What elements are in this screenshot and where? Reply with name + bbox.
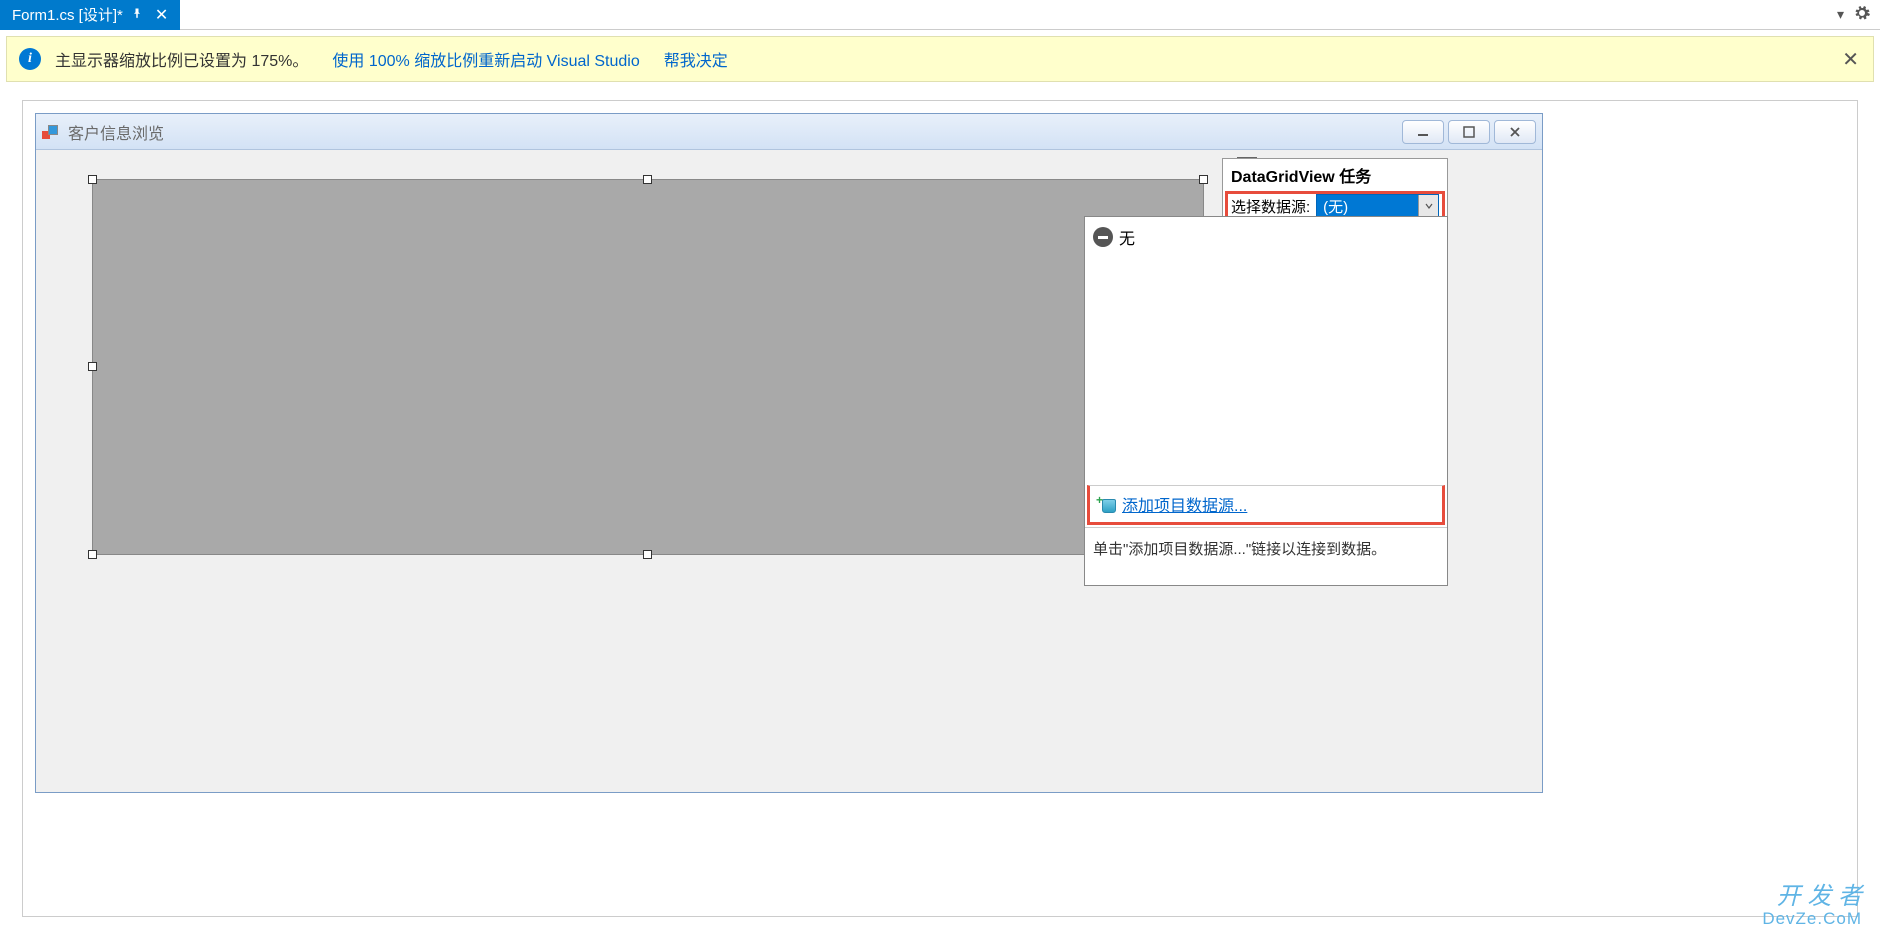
datasource-select[interactable]: (无)	[1316, 194, 1439, 218]
watermark-line1: 开 发 者	[1762, 884, 1862, 910]
maximize-button[interactable]	[1448, 120, 1490, 144]
close-icon[interactable]: ✕	[151, 5, 172, 25]
form-window-controls	[1402, 120, 1536, 144]
datasource-tree[interactable]: 无	[1085, 217, 1447, 483]
datasource-none-item[interactable]: 无	[1093, 223, 1439, 251]
document-tab-active[interactable]: Form1.cs [设计]* ✕	[0, 0, 180, 30]
add-database-icon: +	[1098, 495, 1116, 513]
info-icon: i	[19, 48, 41, 70]
watermark: 开 发 者 DevZe.CoM	[1762, 884, 1862, 929]
resize-handle-nw[interactable]	[88, 175, 97, 184]
pin-icon[interactable]	[131, 7, 143, 22]
none-label: 无	[1119, 225, 1135, 249]
designer-canvas[interactable]: 客户信息浏览	[35, 113, 1845, 904]
datasource-dropdown-popup: 无 + 添加项目数据源... 单击"添加项目数据源..."链接以连接到数据。	[1084, 216, 1448, 586]
watermark-line2: DevZe.CoM	[1762, 910, 1862, 929]
form-titlebar: 客户信息浏览	[36, 114, 1542, 150]
dropdown-icon[interactable]: ▾	[1835, 4, 1846, 25]
datasource-value: (无)	[1323, 196, 1348, 217]
form-app-icon	[42, 123, 60, 141]
help-decide-link[interactable]: 帮我决定	[664, 47, 728, 71]
document-tab-bar: Form1.cs [设计]* ✕ ▾	[0, 0, 1880, 30]
datasource-hint-text: 单击"添加项目数据源..."链接以连接到数据。	[1085, 527, 1447, 587]
settings-gear-icon[interactable]	[1852, 3, 1872, 26]
restart-100-percent-link[interactable]: 使用 100% 缩放比例重新启动 Visual Studio	[332, 47, 639, 71]
datagridview-control[interactable]	[92, 179, 1204, 555]
notification-bar: i 主显示器缩放比例已设置为 175%。 使用 100% 缩放比例重新启动 Vi…	[6, 36, 1874, 82]
chevron-down-icon[interactable]	[1418, 195, 1438, 217]
tab-title: Form1.cs [设计]*	[12, 4, 123, 25]
datasource-label: 选择数据源:	[1231, 196, 1310, 217]
resize-handle-n[interactable]	[643, 175, 652, 184]
notification-close-icon[interactable]: ✕	[1842, 47, 1859, 72]
add-datasource-link[interactable]: 添加项目数据源...	[1122, 492, 1247, 516]
datagridview-tasks-panel: DataGridView 任务 选择数据源: (无)	[1222, 158, 1448, 222]
tasks-panel-header: DataGridView 任务	[1223, 159, 1447, 191]
form-title: 客户信息浏览	[68, 120, 164, 144]
close-button[interactable]	[1494, 120, 1536, 144]
resize-handle-sw[interactable]	[88, 550, 97, 559]
resize-handle-s[interactable]	[643, 550, 652, 559]
designer-surface: 客户信息浏览	[22, 100, 1858, 917]
minimize-button[interactable]	[1402, 120, 1444, 144]
add-datasource-row[interactable]: + 添加项目数据源...	[1087, 485, 1445, 525]
tab-bar-controls: ▾	[1835, 3, 1872, 26]
resize-handle-ne[interactable]	[1199, 175, 1208, 184]
notification-message: 主显示器缩放比例已设置为 175%。	[55, 47, 308, 71]
none-icon	[1093, 227, 1113, 247]
resize-handle-w[interactable]	[88, 362, 97, 371]
